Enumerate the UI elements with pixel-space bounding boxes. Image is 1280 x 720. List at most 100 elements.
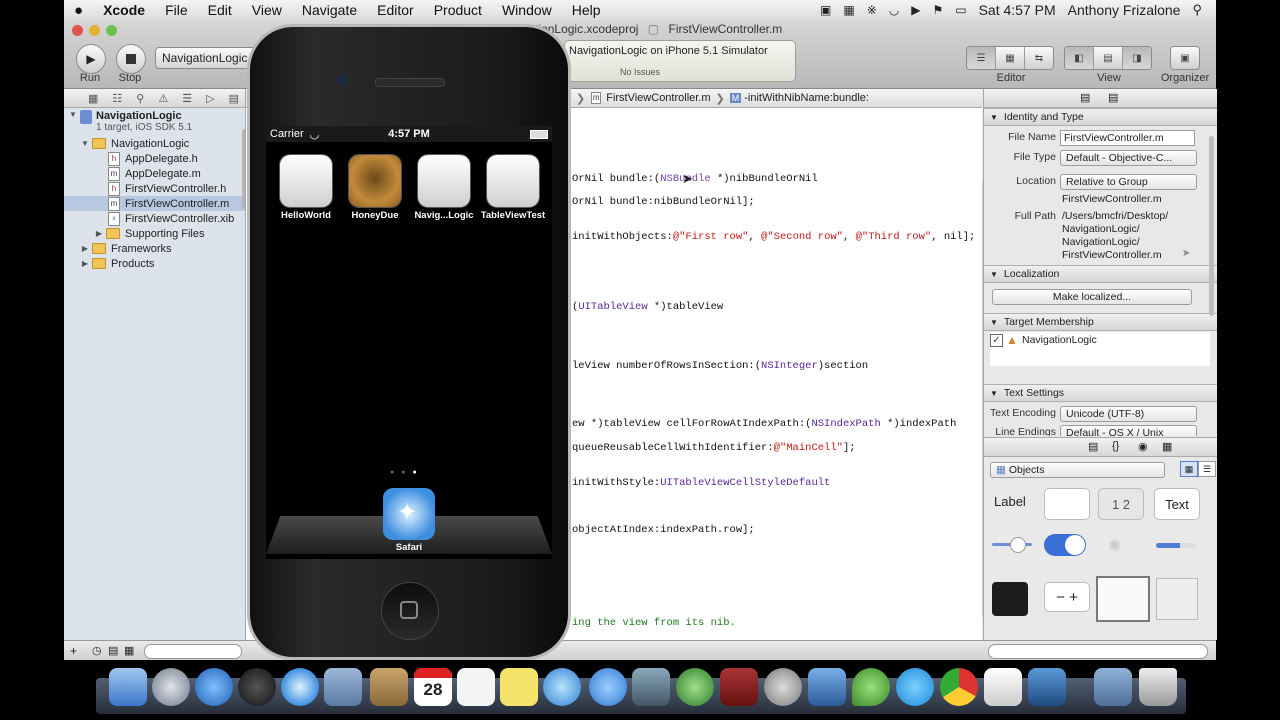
library-segmented-control-object[interactable]: 1 2 bbox=[1098, 488, 1144, 520]
breakpoint-navigator-icon[interactable]: ▷ bbox=[206, 92, 214, 105]
library-activity-indicator-object[interactable]: ✺ bbox=[1108, 536, 1121, 556]
debug-navigator-icon[interactable]: ☰ bbox=[182, 92, 192, 105]
page-indicator[interactable]: ● ● ● bbox=[390, 469, 417, 476]
media-library-icon[interactable]: ▦ bbox=[1162, 440, 1172, 453]
utilities-toggle-icon[interactable]: ◨ bbox=[1123, 47, 1151, 69]
add-icon[interactable]: + bbox=[70, 644, 77, 658]
reminders-dock-icon[interactable] bbox=[457, 668, 495, 706]
file-row[interactable]: h AppDelegate.h bbox=[64, 151, 245, 166]
unsaved-filter-icon[interactable]: ▦ bbox=[124, 644, 134, 657]
menu-file[interactable]: File bbox=[155, 2, 198, 18]
group-row[interactable]: ▶ Supporting Files bbox=[64, 226, 245, 241]
run-button[interactable]: ▶ bbox=[76, 44, 106, 74]
spotlight-icon[interactable]: ⚲ bbox=[1192, 2, 1202, 18]
library-text-field-object[interactable] bbox=[1044, 488, 1090, 520]
tableviewtest-app-icon[interactable] bbox=[487, 155, 539, 207]
volume-icon[interactable]: ▶ bbox=[911, 3, 920, 17]
project-navigator-icon[interactable]: ▦ bbox=[88, 92, 98, 105]
target-checkbox[interactable]: ✓ bbox=[990, 334, 1003, 347]
user-name[interactable]: Anthony Frizalone bbox=[1068, 2, 1181, 18]
navigator-scrollbar[interactable] bbox=[242, 129, 245, 209]
disclosure-closed-icon[interactable]: ▶ bbox=[80, 259, 90, 268]
reveal-arrow-icon[interactable]: ➤ bbox=[1182, 248, 1190, 259]
menu-view[interactable]: View bbox=[242, 2, 292, 18]
file-row-selected[interactable]: m FirstViewController.m bbox=[64, 196, 245, 211]
group-row[interactable]: ▼ NavigationLogic bbox=[64, 136, 245, 151]
contacts-dock-icon[interactable] bbox=[370, 668, 408, 706]
disclosure-open-icon[interactable]: ▼ bbox=[990, 270, 998, 279]
file-row[interactable]: m AppDelegate.m bbox=[64, 166, 245, 181]
file-row[interactable]: x FirstViewController.xib bbox=[64, 211, 245, 226]
library-page-control-object[interactable] bbox=[992, 582, 1028, 616]
navigator-filter-field[interactable] bbox=[144, 644, 242, 659]
library-table-view-object[interactable] bbox=[1096, 576, 1150, 622]
issue-navigator-icon[interactable]: ⚠ bbox=[158, 92, 168, 105]
notes-dock-icon[interactable] bbox=[500, 668, 538, 706]
messages-dock-icon[interactable] bbox=[589, 668, 627, 706]
library-view-toggle[interactable]: ▦ ☰ bbox=[1180, 461, 1216, 477]
disclosure-open-icon[interactable]: ▼ bbox=[990, 113, 998, 122]
disclosure-open-icon[interactable]: ▼ bbox=[80, 139, 90, 148]
menu-product[interactable]: Product bbox=[424, 2, 492, 18]
simulator-screen[interactable]: Carrier ◡ 4:57 PM HelloWorld HoneyDue Na… bbox=[266, 126, 552, 559]
version-editor-icon[interactable]: ⇆ bbox=[1025, 47, 1053, 69]
skype-dock-icon[interactable] bbox=[896, 668, 934, 706]
file-type-popup[interactable]: Default - Objective-C... bbox=[1060, 150, 1197, 166]
disclosure-open-icon[interactable]: ▼ bbox=[68, 110, 78, 119]
file-inspector-icon[interactable]: ▤ bbox=[1080, 91, 1090, 104]
organizer-button[interactable]: ▣ bbox=[1170, 46, 1200, 70]
dashboard-dock-icon[interactable] bbox=[238, 668, 276, 706]
quick-help-icon[interactable]: ▤ bbox=[1108, 91, 1118, 104]
itunes-dock-icon[interactable] bbox=[543, 668, 581, 706]
bluetooth-icon[interactable]: ※ bbox=[867, 3, 877, 17]
group-row[interactable]: ▶ Products bbox=[64, 256, 245, 271]
library-switch-object[interactable] bbox=[1044, 534, 1086, 556]
flag-icon[interactable]: ⚑ bbox=[932, 3, 943, 17]
file-row[interactable]: h FirstViewController.h bbox=[64, 181, 245, 196]
library-filter-popup[interactable]: ▦ Objects bbox=[990, 462, 1165, 478]
applications-folder-dock-icon[interactable] bbox=[1094, 668, 1132, 706]
menu-navigate[interactable]: Navigate bbox=[292, 2, 367, 18]
list-view-icon[interactable]: ☰ bbox=[1198, 461, 1216, 477]
menu-editor[interactable]: Editor bbox=[367, 2, 424, 18]
helloworld-app-icon[interactable] bbox=[280, 155, 332, 207]
launchpad-dock-icon[interactable] bbox=[152, 668, 190, 706]
grid-view-icon[interactable]: ▦ bbox=[1180, 461, 1198, 477]
organizer-icon[interactable]: ▣ bbox=[1171, 47, 1199, 69]
system-preferences-dock-icon[interactable] bbox=[764, 668, 802, 706]
clipboard-status-icon[interactable]: ▦ bbox=[843, 3, 854, 17]
jump-method[interactable]: -initWithNibName:bundle: bbox=[744, 92, 869, 104]
ios-simulator-dock-icon[interactable] bbox=[1028, 668, 1066, 706]
filter-icon[interactable]: ▤ bbox=[108, 644, 118, 657]
disclosure-closed-icon[interactable]: ▶ bbox=[94, 229, 104, 238]
standard-editor-icon[interactable]: ☰ bbox=[967, 47, 996, 69]
library-label-object[interactable]: Label bbox=[994, 494, 1026, 509]
search-navigator-icon[interactable]: ⚲ bbox=[136, 92, 144, 105]
library-table-view-cell-object[interactable] bbox=[1156, 578, 1198, 620]
object-library-icon[interactable]: ◉ bbox=[1138, 440, 1148, 453]
apple-menu-icon[interactable]: ● bbox=[64, 2, 93, 19]
wifi-icon[interactable]: ◡ bbox=[889, 3, 899, 17]
library-search-field[interactable] bbox=[988, 644, 1208, 659]
calendar-dock-icon[interactable]: 28 bbox=[414, 668, 452, 706]
line-endings-popup[interactable]: Default - OS X / Unix bbox=[1060, 425, 1197, 436]
disclosure-closed-icon[interactable]: ▶ bbox=[80, 244, 90, 253]
chrome-dock-icon[interactable] bbox=[940, 668, 978, 706]
menu-help[interactable]: Help bbox=[562, 2, 611, 18]
inspector-scrollbar[interactable] bbox=[1209, 136, 1214, 316]
home-button[interactable] bbox=[381, 582, 439, 640]
textedit-dock-icon[interactable] bbox=[984, 668, 1022, 706]
project-row[interactable]: ▼ NavigationLogic 1 target, iOS SDK 5.1 bbox=[64, 110, 245, 136]
target-section-header[interactable]: ▼ Target Membership bbox=[984, 313, 1217, 331]
identity-section-header[interactable]: ▼ Identity and Type bbox=[984, 108, 1217, 126]
text-settings-section-header[interactable]: ▼ Text Settings bbox=[984, 384, 1217, 402]
mail-dock-icon[interactable] bbox=[324, 668, 362, 706]
time-machine-dock-icon[interactable] bbox=[676, 668, 714, 706]
disclosure-open-icon[interactable]: ▼ bbox=[990, 389, 998, 398]
text-encoding-popup[interactable]: Unicode (UTF-8) bbox=[1060, 406, 1197, 422]
recent-files-icon[interactable]: ◷ bbox=[92, 644, 102, 657]
disclosure-open-icon[interactable]: ▼ bbox=[990, 318, 998, 327]
safari-app-icon[interactable]: ✦ bbox=[383, 488, 435, 540]
navigationlogic-app-icon[interactable] bbox=[418, 155, 470, 207]
photo-slideshow-dock-icon[interactable] bbox=[720, 668, 758, 706]
